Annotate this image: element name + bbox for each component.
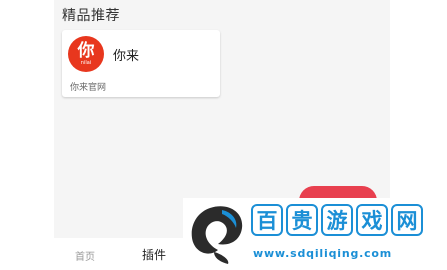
app-description: 你来官网 [70, 83, 107, 93]
section-title: 精品推荐 [62, 8, 120, 24]
watermark: 百 贵 游 戏 网 www.sdqiliqing.com [183, 198, 447, 270]
watermark-url: www.sdqiliqing.com [253, 247, 393, 260]
app-name: 你来 [113, 49, 140, 64]
tab-plugins[interactable]: 插件 [142, 246, 166, 263]
tab-home[interactable]: 首页 [75, 248, 95, 263]
watermark-logo-icon [191, 206, 243, 264]
watermark-char: 戏 [356, 204, 388, 236]
logo-char: 你 [77, 41, 95, 61]
watermark-char: 网 [391, 204, 423, 236]
logo-sub: nilai [80, 60, 92, 66]
app-logo: 你 nilai [68, 36, 104, 72]
watermark-char: 贵 [286, 204, 318, 236]
watermark-title: 百 贵 游 戏 网 [251, 204, 423, 236]
watermark-char: 游 [321, 204, 353, 236]
app-card-nilai[interactable]: 你 nilai 你来 你来官网 [62, 30, 220, 97]
watermark-char: 百 [251, 204, 283, 236]
